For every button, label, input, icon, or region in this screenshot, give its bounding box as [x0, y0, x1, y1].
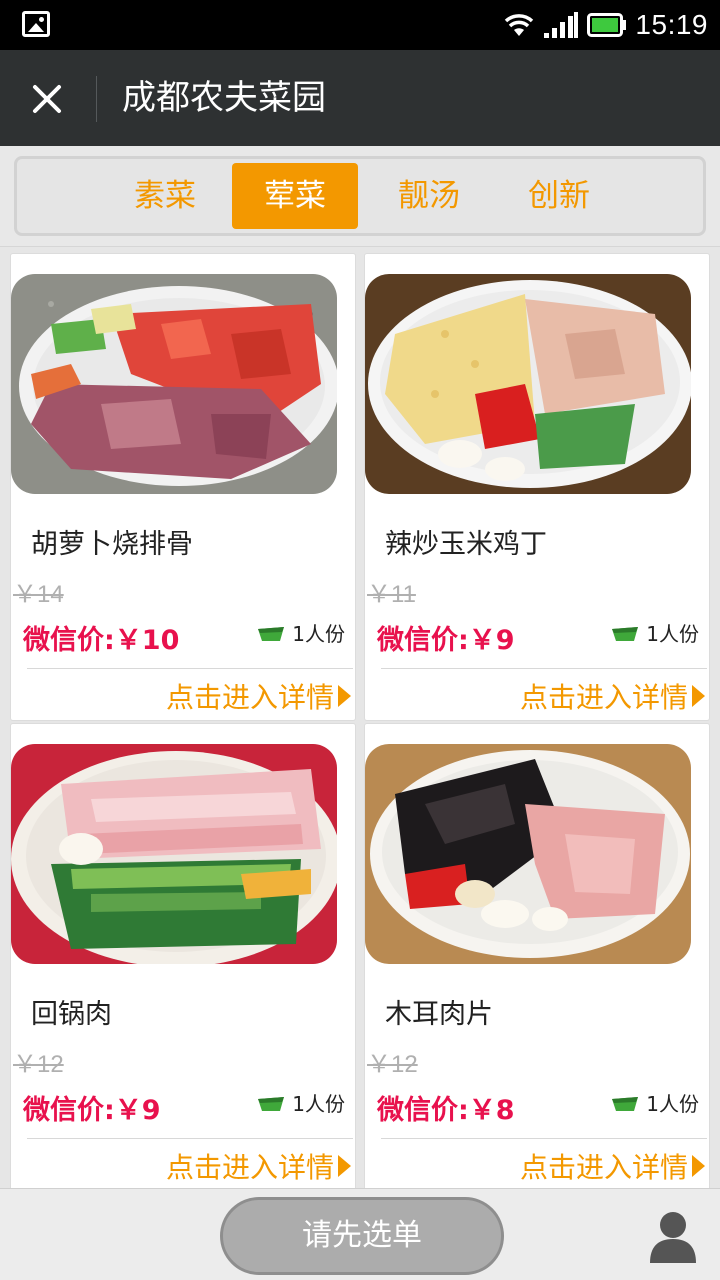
page-title: 成都农夫菜园	[122, 78, 326, 118]
dish-name: 胡萝卜烧排骨	[31, 529, 193, 560]
clock: 15:19	[635, 9, 708, 40]
user-icon[interactable]	[648, 1209, 698, 1263]
portion-label: 1人份	[646, 1092, 699, 1116]
portion-label: 1人份	[292, 622, 345, 646]
dish-name: 回锅肉	[31, 999, 112, 1030]
bowl-icon	[612, 1096, 639, 1111]
portion-info: 1人份	[256, 618, 345, 647]
view-details-link[interactable]: 点击进入详情	[520, 676, 705, 716]
bowl-icon	[258, 626, 285, 641]
tab-meat[interactable]: 荤菜	[232, 163, 358, 229]
view-details-label: 点击进入详情	[165, 1151, 334, 1184]
dish-card[interactable]: 回锅肉 ￥12 微信价:￥9 1人份 点击进入详情	[10, 723, 356, 1191]
view-details-link[interactable]: 点击进入详情	[520, 1146, 705, 1186]
arrow-right-icon	[338, 685, 351, 707]
view-details-label: 点击进入详情	[519, 1151, 688, 1184]
dish-card[interactable]: 胡萝卜烧排骨 ￥14 微信价:￥10 1人份 点击进入详情	[10, 253, 356, 721]
dish-grid: 胡萝卜烧排骨 ￥14 微信价:￥10 1人份 点击进入详情 辣炒玉米鸡丁 ￥11…	[0, 246, 720, 1191]
card-divider	[27, 668, 353, 669]
card-divider	[381, 668, 707, 669]
dish-card[interactable]: 辣炒玉米鸡丁 ￥11 微信价:￥9 1人份 点击进入详情	[364, 253, 710, 721]
bowl-icon	[258, 1096, 285, 1111]
dish-card[interactable]: 木耳肉片 ￥12 微信价:￥8 1人份 点击进入详情	[364, 723, 710, 1191]
tab-soup[interactable]: 靓汤	[377, 163, 481, 229]
bowl-icon	[612, 626, 639, 641]
title-bar: 成都农夫菜园	[0, 50, 720, 146]
view-details-link[interactable]: 点击进入详情	[166, 1146, 351, 1186]
title-divider	[96, 76, 97, 122]
portion-info: 1人份	[610, 1088, 699, 1117]
arrow-right-icon	[692, 1155, 705, 1177]
bottom-bar: 请先选单	[0, 1188, 720, 1280]
status-icons: 15:19	[503, 8, 708, 42]
dish-photo	[11, 274, 337, 494]
view-details-label: 点击进入详情	[519, 681, 688, 714]
wechat-price: 微信价:￥9	[23, 1095, 161, 1126]
category-tabs: 素菜 荤菜 靓汤 创新	[14, 156, 706, 236]
wechat-price: 微信价:￥9	[377, 625, 515, 656]
arrow-right-icon	[338, 1155, 351, 1177]
dish-photo	[365, 274, 691, 494]
view-details-label: 点击进入详情	[165, 681, 334, 714]
arrow-right-icon	[692, 685, 705, 707]
original-price: ￥14	[13, 581, 64, 608]
original-price: ￥11	[367, 581, 416, 608]
card-divider	[381, 1138, 707, 1139]
status-bar: 15:19	[0, 0, 720, 50]
signal-icon	[544, 12, 579, 38]
portion-info: 1人份	[256, 1088, 345, 1117]
gallery-icon	[22, 11, 50, 37]
wechat-price: 微信价:￥10	[23, 625, 180, 656]
tab-vegetarian[interactable]: 素菜	[113, 163, 217, 229]
card-divider	[27, 1138, 353, 1139]
close-icon[interactable]	[24, 76, 70, 122]
battery-icon	[587, 13, 627, 37]
portion-label: 1人份	[292, 1092, 345, 1116]
wechat-price: 微信价:￥8	[377, 1095, 515, 1126]
dish-photo	[365, 744, 691, 964]
tab-innovative[interactable]: 创新	[507, 163, 611, 229]
dish-photo	[11, 744, 337, 964]
order-button[interactable]: 请先选单	[220, 1197, 504, 1275]
portion-label: 1人份	[646, 622, 699, 646]
view-details-link[interactable]: 点击进入详情	[166, 676, 351, 716]
wifi-icon	[505, 14, 534, 36]
original-price: ￥12	[367, 1051, 418, 1078]
dish-name: 木耳肉片	[385, 999, 493, 1030]
original-price: ￥12	[13, 1051, 64, 1078]
dish-name: 辣炒玉米鸡丁	[385, 529, 547, 560]
portion-info: 1人份	[610, 618, 699, 647]
